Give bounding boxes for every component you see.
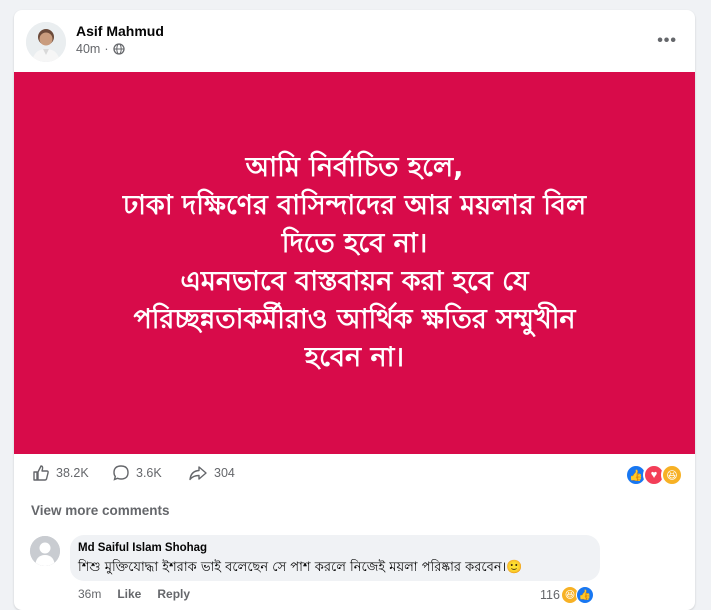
thumbs-up-icon [33, 465, 49, 481]
banner-line: ঢাকা দক্ষিণের বাসিন্দাদের আর ময়লার বিল [122, 190, 587, 221]
comment-bubble: Md Saiful Islam Shohag শিশু মুক্তিযোদ্ধা… [70, 535, 600, 581]
more-options-button[interactable]: ••• [657, 32, 677, 50]
reaction-summary[interactable]: 👍 ♥ 😆 [625, 464, 683, 486]
haha-reaction-icon: 😆 [661, 464, 683, 486]
post-meta: 40m · [76, 42, 125, 56]
share-count: 304 [214, 466, 235, 480]
commenter-name[interactable]: Md Saiful Islam Shohag [78, 542, 207, 554]
commenter-avatar[interactable] [30, 536, 60, 566]
person-icon [26, 22, 66, 62]
post-stats: 38.2K 3.6K 304 👍 ♥ 😆 [14, 462, 695, 490]
view-more-comments-link[interactable]: View more comments [31, 503, 170, 518]
comment-count: 3.6K [136, 466, 162, 480]
comment-icon [113, 465, 129, 481]
like-count: 38.2K [56, 466, 89, 480]
comment-reaction-count: 116 [540, 588, 560, 602]
post-banner: আমি নির্বাচিত হলে, ঢাকা দক্ষিণের বাসিন্দ… [14, 72, 695, 454]
smile-emoji-icon: 🙂 [506, 560, 523, 575]
like-reaction-icon: 👍 [575, 586, 594, 604]
banner-line: দিতে হবে না। [281, 228, 428, 259]
comment-actions: 36m Like Reply [78, 587, 190, 601]
banner-line: এমনভাবে বাস্তবায়ন করা হবে যে [180, 266, 529, 297]
comment-like-button[interactable]: Like [117, 587, 141, 601]
comment-button[interactable]: 3.6K [112, 464, 162, 482]
dot-separator: · [104, 42, 109, 56]
banner-line: আমি নির্বাচিত হলে, [245, 152, 464, 183]
post-card: Asif Mahmud 40m · ••• আমি নির্বাচিত হলে,… [14, 10, 695, 610]
share-button[interactable]: 304 [188, 464, 235, 482]
banner-line: পরিচ্ছন্নতাকর্মীরাও আর্থিক ক্ষতির সম্মুখ… [133, 304, 576, 335]
banner-text: আমি নির্বাচিত হলে, ঢাকা দক্ষিণের বাসিন্দ… [40, 149, 670, 377]
like-button[interactable]: 38.2K [32, 464, 89, 482]
globe-icon [112, 43, 125, 55]
banner-line: হবেন না। [304, 342, 405, 373]
author-avatar[interactable] [26, 22, 66, 62]
post-time[interactable]: 40m [76, 42, 100, 56]
post-header: Asif Mahmud 40m · ••• [14, 10, 695, 72]
default-avatar-icon [30, 536, 60, 566]
comment-text-content: শিশু মুক্তিযোদ্ধা ইশরাক ভাই বলেছেন সে পা… [78, 560, 507, 575]
comment-reactions[interactable]: 116 😆 👍 [540, 586, 594, 604]
share-icon [189, 466, 207, 481]
author-name[interactable]: Asif Mahmud [76, 23, 164, 39]
comment-reply-button[interactable]: Reply [157, 587, 190, 601]
comment-time[interactable]: 36m [78, 587, 101, 601]
comment-text: শিশু মুক্তিযোদ্ধা ইশরাক ভাই বলেছেন সে পা… [78, 558, 522, 579]
